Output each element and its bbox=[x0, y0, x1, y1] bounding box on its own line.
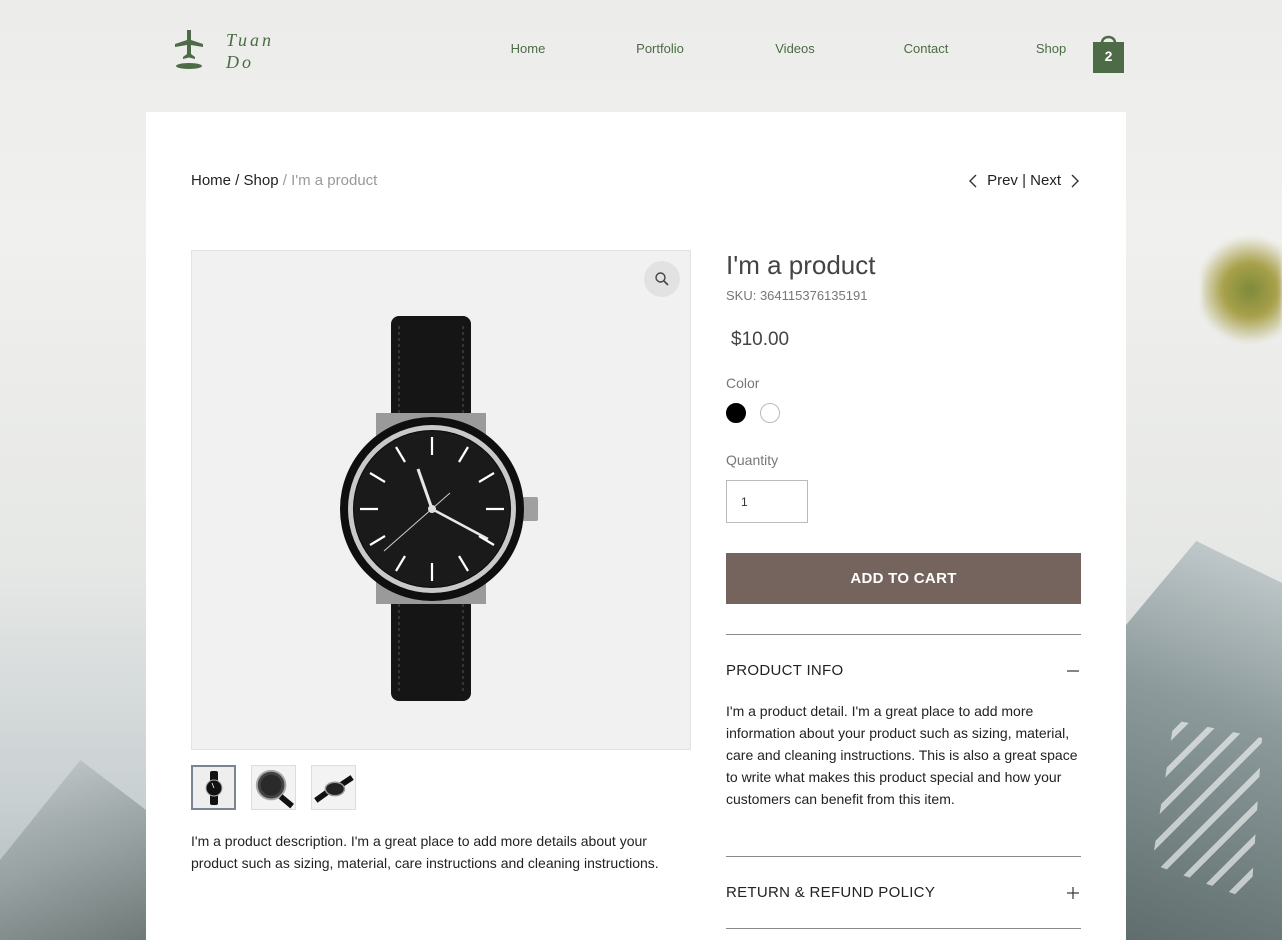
product-title: I'm a product bbox=[726, 250, 876, 280]
accordion-product-info-body: I'm a product detail. I'm a great place … bbox=[726, 703, 1078, 807]
plus-icon[interactable] bbox=[1066, 886, 1080, 900]
product-sku: SKU: 364115376135191 bbox=[726, 288, 868, 303]
product-price: $10.00 bbox=[731, 329, 790, 350]
background-mountain-left bbox=[0, 760, 146, 940]
thumbnail-3[interactable] bbox=[311, 765, 356, 810]
cart-count: 2 bbox=[1104, 48, 1113, 64]
accordion-divider bbox=[726, 928, 1081, 929]
breadcrumb-home[interactable]: Home bbox=[191, 172, 231, 189]
cart-button[interactable]: 2 bbox=[1092, 31, 1125, 73]
thumbnail-2[interactable] bbox=[251, 765, 296, 810]
watch-front-thumb bbox=[205, 770, 222, 805]
quantity-input[interactable] bbox=[726, 480, 808, 523]
breadcrumb-separator: / bbox=[231, 172, 244, 189]
nav-videos[interactable]: Videos bbox=[775, 41, 815, 56]
add-to-cart-button[interactable]: ADD TO CART bbox=[726, 553, 1081, 604]
nav-shop[interactable]: Shop bbox=[1036, 41, 1066, 56]
chevron-left-icon[interactable] bbox=[967, 173, 979, 189]
magnifier-icon bbox=[655, 272, 669, 286]
nav-contact[interactable]: Contact bbox=[904, 41, 949, 56]
nav-home[interactable]: Home bbox=[511, 41, 546, 56]
chevron-right-icon[interactable] bbox=[1069, 173, 1081, 189]
minus-icon[interactable] bbox=[1066, 664, 1080, 678]
breadcrumb-shop[interactable]: Shop bbox=[244, 172, 279, 189]
pager-separator: | bbox=[1017, 172, 1031, 189]
product-description: I'm a product description. I'm a great p… bbox=[191, 833, 659, 871]
zoom-button[interactable] bbox=[644, 261, 680, 297]
product-main-image[interactable] bbox=[191, 250, 691, 750]
color-label: Color bbox=[726, 375, 760, 391]
accordion-divider bbox=[726, 856, 1081, 857]
thumbnail-1[interactable] bbox=[191, 765, 236, 810]
thumbnail-strip bbox=[191, 765, 356, 810]
accordion-product-info-title[interactable]: PRODUCT INFO bbox=[726, 662, 844, 679]
nav-portfolio[interactable]: Portfolio bbox=[636, 41, 684, 56]
next-link[interactable]: Next bbox=[1030, 172, 1061, 189]
breadcrumb: Home / Shop / I'm a product bbox=[191, 172, 377, 189]
site-header: Tuan Do Home Portfolio Videos Contact Sh… bbox=[0, 0, 1282, 100]
accordion-divider bbox=[726, 634, 1081, 635]
background-tree bbox=[1202, 230, 1282, 350]
breadcrumb-current: I'm a product bbox=[291, 172, 378, 189]
product-panel: Home / Shop / I'm a product Prev | Next bbox=[146, 112, 1126, 940]
color-swatches bbox=[726, 403, 780, 423]
watch-angle-thumb bbox=[252, 766, 295, 809]
accordion-refund-policy-title[interactable]: RETURN & REFUND POLICY bbox=[726, 884, 935, 901]
color-swatch-white[interactable] bbox=[760, 403, 780, 423]
main-nav: Home Portfolio Videos Contact Shop bbox=[0, 41, 1282, 61]
product-pager: Prev | Next bbox=[967, 172, 1081, 189]
breadcrumb-separator: / bbox=[278, 172, 292, 189]
watch-side-thumb bbox=[312, 766, 355, 809]
prev-link[interactable]: Prev bbox=[987, 172, 1018, 189]
quantity-label: Quantity bbox=[726, 452, 779, 468]
color-swatch-black[interactable] bbox=[726, 403, 746, 423]
watch-image bbox=[340, 316, 538, 701]
